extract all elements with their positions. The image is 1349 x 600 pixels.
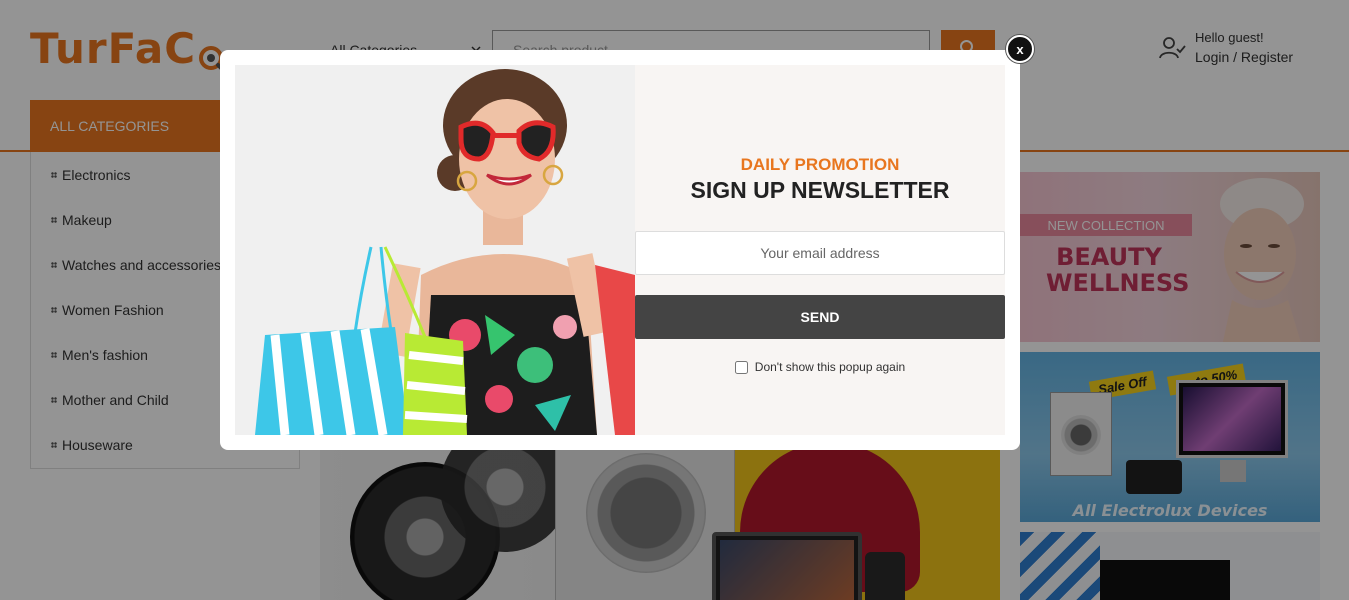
dont-show-label: Don't show this popup again [754, 360, 906, 374]
dont-show-checkbox[interactable] [734, 360, 748, 374]
send-button[interactable]: SEND [635, 295, 1005, 339]
newsletter-popup: DAILY PROMOTION SIGN UP NEWSLETTER SEND … [220, 50, 1020, 450]
promo-photo [235, 65, 635, 435]
signup-title: SIGN UP NEWSLETTER [690, 177, 950, 203]
daily-promotion-label: DAILY PROMOTION [740, 155, 900, 174]
newsletter-form: DAILY PROMOTION SIGN UP NEWSLETTER SEND … [635, 65, 1005, 435]
dont-show-option: Don't show this popup again [635, 360, 1005, 374]
close-icon[interactable]: x [1006, 35, 1034, 63]
email-field[interactable] [635, 231, 1005, 275]
popup-content: DAILY PROMOTION SIGN UP NEWSLETTER SEND … [235, 65, 1005, 435]
